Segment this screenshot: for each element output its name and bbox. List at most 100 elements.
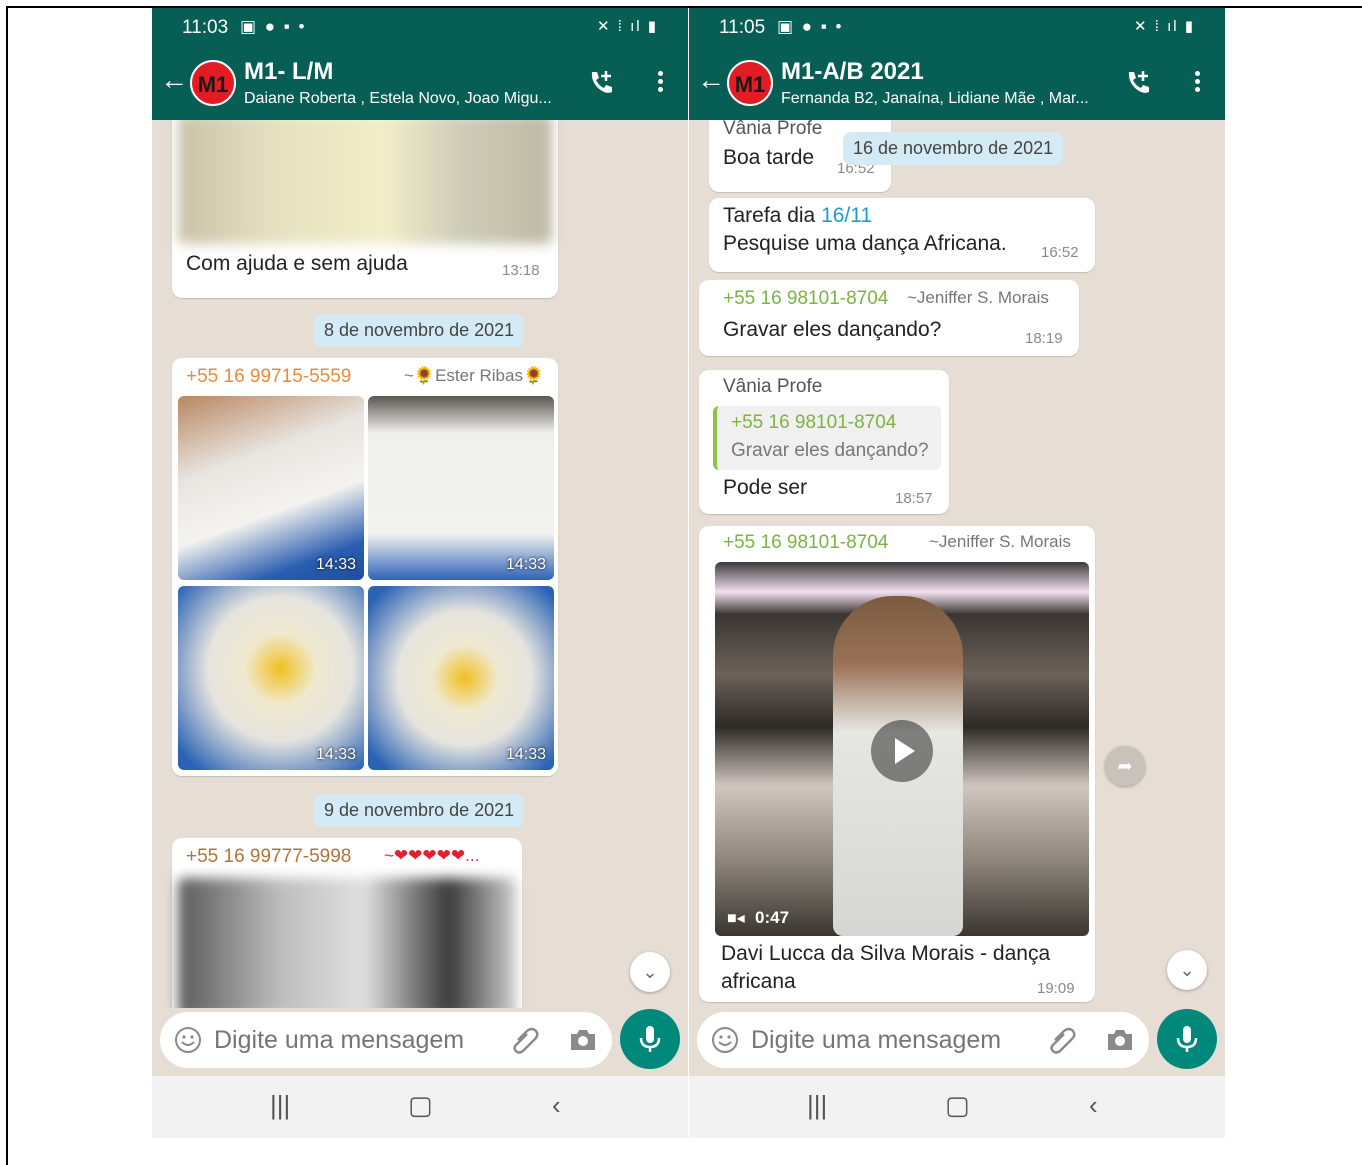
chat-members[interactable]: Fernanda B2, Janaína, Lidiane Mãe , Mar.… [781,90,1121,108]
notification-icons: ▣ ● ▪ • [240,17,307,36]
attachment-icon[interactable] [1047,1026,1077,1056]
signal-battery-icons: ✕ ⁞ ıl ▮ [1134,18,1195,35]
forward-button[interactable]: ➦ [1105,746,1145,786]
blurred-image[interactable] [178,878,516,1008]
message-input[interactable] [751,1026,1031,1055]
status-time: 11:03 [182,17,229,38]
system-navigation-bar: ||| ▢ ‹ [689,1076,1225,1138]
photo-time: 14:33 [505,556,546,573]
chat-members[interactable]: Daiane Roberta , Estela Novo, Joao Migu.… [244,90,584,108]
sender-name: ~❤❤❤❤❤... [384,846,480,865]
video-thumbnail[interactable]: ■◂ 0:47 [715,562,1089,936]
back-arrow-icon[interactable]: ← [160,64,188,96]
message-input[interactable] [214,1026,494,1055]
back-icon[interactable]: ‹ [552,1090,561,1121]
quoted-message[interactable]: +55 16 98101-8704 Gravar eles dançando? [713,406,941,470]
voice-message-button[interactable] [620,1009,680,1069]
more-options-icon[interactable] [650,68,670,96]
chat-header: ← M1 M1- L/M Daiane Roberta , Estela Nov… [152,48,688,120]
message-composer [160,1012,612,1068]
photo-thumbnail[interactable]: 14:33 [368,586,554,770]
scroll-to-bottom-button[interactable]: ⌄ [630,952,670,992]
date-divider: 9 de novembro de 2021 [314,794,525,827]
message-text: Pesquise uma dança Africana. [723,232,1007,255]
photo-time: 14:33 [505,746,546,763]
back-arrow-icon[interactable]: ← [697,64,725,96]
group-avatar[interactable]: M1 [190,60,236,106]
sender-phone[interactable]: +55 16 98101-8704 [723,532,888,554]
sender-phone[interactable]: +55 16 99777-5998 [186,846,351,868]
photo-time: 14:33 [315,556,356,573]
status-time: 11:05 [719,17,766,38]
message-text: Boa tarde [723,146,815,169]
message-text: Pode ser [723,476,808,499]
play-button[interactable] [871,720,933,782]
system-navigation-bar: ||| ▢ ‹ [152,1076,688,1138]
signal-battery-icons: ✕ ⁞ ıl ▮ [597,18,658,35]
camera-icon[interactable] [1105,1026,1135,1054]
sender-phone[interactable]: +55 16 99715-5559 [186,366,351,388]
camera-icon[interactable] [568,1026,598,1054]
more-options-icon[interactable] [1187,68,1207,96]
message-time: 16:52 [1041,244,1079,261]
blurred-image[interactable] [178,120,552,244]
photo-time: 14:33 [315,746,356,763]
date-link[interactable]: 16/11 [821,204,872,227]
video-camera-icon: ■◂ [727,910,745,927]
message-time: 13:18 [502,262,540,279]
sender-name: Vânia Profe [723,120,823,139]
notification-icons: ▣ ● ▪ • [777,17,844,36]
message-text-part: Tarefa dia [723,204,822,227]
message-time: 19:09 [1037,980,1075,997]
group-avatar[interactable]: M1 [727,60,773,106]
scroll-to-bottom-button[interactable]: ⌄ [1167,950,1207,990]
chat-messages[interactable]: Com ajuda e sem ajuda 13:18 8 de novembr… [152,120,688,1008]
microphone-icon [1176,1026,1198,1052]
message-bubble[interactable]: +55 16 98101-8704 ~Jeniffer S. Morais ■◂… [699,526,1095,1002]
recent-apps-icon[interactable]: ||| [807,1090,827,1121]
quoted-sender-phone: +55 16 98101-8704 [731,412,897,433]
photo-thumbnail[interactable]: 14:33 [368,396,554,580]
attachment-icon[interactable] [510,1026,540,1056]
message-text: Gravar eles dançando? [723,318,942,341]
recent-apps-icon[interactable]: ||| [270,1090,290,1121]
photo-thumbnail[interactable]: 14:33 [178,586,364,770]
sender-name: ~Jeniffer S. Morais [929,532,1071,551]
message-bubble[interactable]: +55 16 98101-8704 ~Jeniffer S. Morais Gr… [699,280,1079,356]
message-composer [697,1012,1149,1068]
message-bubble[interactable]: Tarefa dia 16/11 Pesquise uma dança Afri… [709,198,1095,272]
status-bar: 11:05 ▣ ● ▪ • ✕ ⁞ ıl ▮ [689,8,1225,48]
message-bubble[interactable]: Com ajuda e sem ajuda 13:18 [172,120,558,298]
home-icon[interactable]: ▢ [945,1090,970,1121]
chat-header: ← M1 M1-A/B 2021 Fernanda B2, Janaína, L… [689,48,1225,120]
video-caption: Davi Lucca da Silva Morais - dança [721,942,1051,965]
emoji-icon[interactable] [174,1026,202,1054]
video-caption: africana [721,970,796,993]
date-divider: 8 de novembro de 2021 [314,314,525,347]
chat-title[interactable]: M1-A/B 2021 [781,58,924,86]
message-time: 18:19 [1025,330,1063,347]
video-duration: 0:47 [755,908,790,927]
add-call-icon[interactable] [1123,68,1153,98]
message-bubble[interactable]: +55 16 99777-5998 ~❤❤❤❤❤... [172,838,522,1008]
message-bubble[interactable]: Vânia Profe +55 16 98101-8704 Gravar ele… [699,370,949,514]
emoji-icon[interactable] [711,1026,739,1054]
date-divider: 16 de novembro de 2021 [843,132,1064,165]
phone-screenshot-left: 11:03 ▣ ● ▪ • ✕ ⁞ ıl ▮ ← M1 M1- L/M Daia… [152,8,688,1138]
message-bubble[interactable]: +55 16 99715-5559 ~🌻Ester Ribas🌻 14:33 1… [172,358,558,776]
photo-thumbnail[interactable]: 14:33 [178,396,364,580]
voice-message-button[interactable] [1157,1009,1217,1069]
chat-messages[interactable]: Vânia Profe Boa tarde 16:52 16 de novemb… [689,120,1225,1008]
chat-title[interactable]: M1- L/M [244,58,333,86]
message-text: Com ajuda e sem ajuda [186,252,408,275]
home-icon[interactable]: ▢ [408,1090,433,1121]
back-icon[interactable]: ‹ [1089,1090,1098,1121]
message-time: 18:57 [895,490,933,507]
sender-name: ~Jeniffer S. Morais [907,288,1049,307]
microphone-icon [639,1026,661,1052]
add-call-icon[interactable] [586,68,616,98]
sender-phone[interactable]: +55 16 98101-8704 [723,288,888,310]
sender-name: ~🌻Ester Ribas🌻 [404,366,545,385]
play-icon [895,738,915,764]
status-bar: 11:03 ▣ ● ▪ • ✕ ⁞ ıl ▮ [152,8,688,48]
